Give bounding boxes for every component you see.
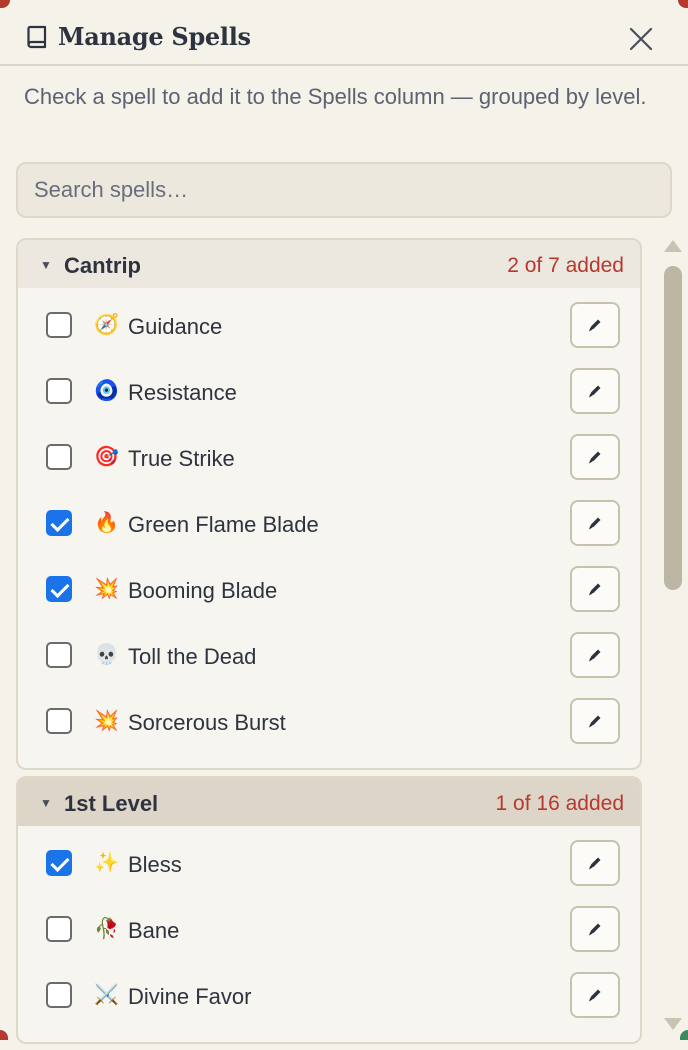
edit-spell-button[interactable] xyxy=(570,972,620,1018)
spell-row: 💥 Sorcerous Burst xyxy=(18,698,640,764)
edit-spell-button[interactable] xyxy=(570,632,620,678)
spell-row: 🧿 Resistance xyxy=(18,368,640,434)
scroll-down-arrow[interactable] xyxy=(664,1018,682,1030)
book-icon xyxy=(26,25,48,49)
spell-name: Resistance xyxy=(128,380,237,405)
spell-checkbox[interactable] xyxy=(46,312,72,338)
spell-emoji-icon: ⚔️ xyxy=(94,984,119,1006)
edit-spell-button[interactable] xyxy=(570,500,620,546)
group-added-count: 1 of 16 added xyxy=(495,792,624,815)
spell-row: ⚔️ Divine Favor xyxy=(18,972,640,1038)
instructions-text: Check a spell to add it to the Spells co… xyxy=(24,84,647,109)
spell-emoji-icon: 🧭 xyxy=(94,314,119,336)
close-icon xyxy=(629,27,653,51)
spell-emoji-icon: 🥀 xyxy=(94,918,119,940)
spell-rows: 🧭 Guidance 🧿 Resistance 🎯 True Strike 🔥 Green F… xyxy=(18,288,640,768)
dialog-title: Manage Spells xyxy=(58,22,251,51)
scroll-thumb[interactable] xyxy=(664,266,682,590)
scrollbar[interactable] xyxy=(662,238,684,1034)
edit-spell-button[interactable] xyxy=(570,368,620,414)
spell-row: ✨ Bless xyxy=(18,840,640,906)
spell-row: 🥀 Bane xyxy=(18,906,640,972)
edit-spell-button[interactable] xyxy=(570,698,620,744)
caret-down-icon[interactable]: ▼ xyxy=(40,258,52,272)
group-title: Cantrip xyxy=(64,253,141,278)
spell-row: 🧭 Guidance xyxy=(18,302,640,368)
spell-name: Sorcerous Burst xyxy=(128,710,286,735)
edit-spell-button[interactable] xyxy=(570,302,620,348)
group-header[interactable]: ▼ Cantrip 2 of 7 added xyxy=(18,240,640,288)
group-title: 1st Level xyxy=(64,791,159,816)
spell-checkbox[interactable] xyxy=(46,982,72,1008)
window-corner xyxy=(0,1030,8,1040)
scroll-up-arrow[interactable] xyxy=(664,240,682,252)
edit-spell-button[interactable] xyxy=(570,840,620,886)
spell-rows: ✨ Bless 🥀 Bane ⚔️ Divine Favor xyxy=(18,826,640,1042)
spell-row: 💥 Booming Blade xyxy=(18,566,640,632)
spell-name: True Strike xyxy=(128,446,235,471)
spell-emoji-icon: 🔥 xyxy=(94,512,119,534)
close-button[interactable] xyxy=(626,24,656,54)
edit-spell-button[interactable] xyxy=(570,566,620,612)
spell-group: ▼ 1st Level 1 of 16 added ✨ Bless 🥀 Bane ⚔️ Divi… xyxy=(16,776,642,1044)
spell-name: Toll the Dead xyxy=(128,644,257,669)
spell-checkbox[interactable] xyxy=(46,642,72,668)
caret-down-icon[interactable]: ▼ xyxy=(40,796,52,810)
spell-checkbox[interactable] xyxy=(46,708,72,734)
spell-emoji-icon: 💥 xyxy=(94,710,119,732)
spell-row: 🔥 Green Flame Blade xyxy=(18,500,640,566)
group-header[interactable]: ▼ 1st Level 1 of 16 added xyxy=(18,778,640,826)
edit-spell-button[interactable] xyxy=(570,434,620,480)
spell-checkbox[interactable] xyxy=(46,576,72,602)
spell-name: Bane xyxy=(128,918,180,943)
spell-name: Green Flame Blade xyxy=(128,512,319,537)
dialog-header: Manage Spells xyxy=(0,0,688,66)
spell-emoji-icon: 🧿 xyxy=(94,380,119,402)
spell-emoji-icon: 🎯 xyxy=(94,446,119,468)
spell-checkbox[interactable] xyxy=(46,916,72,942)
spell-list: ▼ Cantrip 2 of 7 added 🧭 Guidance 🧿 Resistance… xyxy=(16,238,642,1050)
spell-name: Booming Blade xyxy=(128,578,278,603)
spell-checkbox[interactable] xyxy=(46,510,72,536)
spell-emoji-icon: 💀 xyxy=(94,644,119,666)
spell-emoji-icon: ✨ xyxy=(94,852,119,874)
spell-name: Divine Favor xyxy=(128,984,252,1009)
spell-row: 🎯 True Strike xyxy=(18,434,640,500)
spell-checkbox[interactable] xyxy=(46,850,72,876)
spell-checkbox[interactable] xyxy=(46,378,72,404)
spell-name: Guidance xyxy=(128,314,223,339)
spell-name: Bless xyxy=(128,852,182,877)
search-input[interactable] xyxy=(16,162,672,218)
spell-emoji-icon: 💥 xyxy=(94,578,119,600)
edit-spell-button[interactable] xyxy=(570,906,620,952)
group-added-count: 2 of 7 added xyxy=(507,254,624,277)
spell-checkbox[interactable] xyxy=(46,444,72,470)
spell-row: 💀 Toll the Dead xyxy=(18,632,640,698)
spell-group: ▼ Cantrip 2 of 7 added 🧭 Guidance 🧿 Resistance… xyxy=(16,238,642,770)
